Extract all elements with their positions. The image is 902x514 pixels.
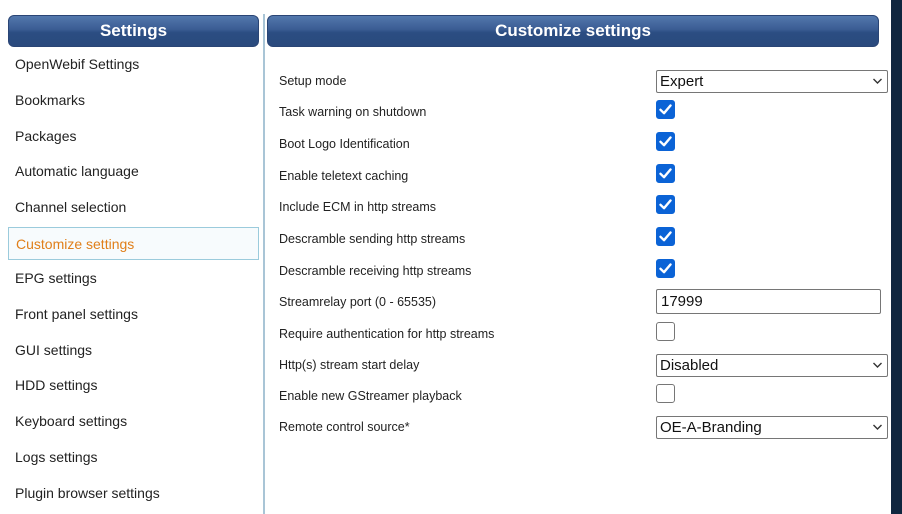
- setup-mode-select[interactable]: Expert: [656, 70, 888, 93]
- menu-item-logs-settings[interactable]: Logs settings: [8, 440, 259, 476]
- setting-row-include-ecm-in-http-streams: Include ECM in http streams: [279, 192, 889, 222]
- menu-item-plugin-browser-settings[interactable]: Plugin browser settings: [8, 476, 259, 512]
- settings-page: Settings Customize settings OpenWebif Se…: [0, 0, 902, 514]
- menu-item-hdd-settings[interactable]: HDD settings: [8, 368, 259, 404]
- menu-item-customize-settings[interactable]: Customize settings: [8, 226, 259, 260]
- setting-row-streamrelay-port-0-65535: Streamrelay port (0 - 65535): [279, 287, 889, 317]
- require-authentication-for-http-streams-checkbox[interactable]: [656, 322, 675, 341]
- window-edge: [891, 0, 902, 514]
- setting-row-descramble-sending-http-streams: Descramble sending http streams: [279, 224, 889, 254]
- setting-row-require-authentication-for-http-streams: Require authentication for http streams: [279, 319, 889, 349]
- http-s-stream-start-delay-dropdown[interactable]: Disabled: [656, 354, 888, 377]
- streamrelay-port-0-65535-input[interactable]: [656, 289, 881, 314]
- menu-item-automatic-language[interactable]: Automatic language: [8, 154, 259, 190]
- setting-label: Require authentication for http streams: [279, 327, 495, 341]
- setting-label: Streamrelay port (0 - 65535): [279, 295, 437, 309]
- settings-menu-header: Settings: [8, 15, 259, 47]
- task-warning-on-shutdown-checkbox[interactable]: [656, 100, 675, 119]
- setting-label: Boot Logo Identification: [279, 137, 410, 151]
- descramble-sending-http-streams-checkbox[interactable]: [656, 227, 675, 246]
- setting-label: Include ECM in http streams: [279, 200, 437, 214]
- descramble-receiving-http-streams-checkbox[interactable]: [656, 259, 675, 278]
- setup-mode-dropdown[interactable]: Expert: [656, 70, 888, 93]
- setting-label: Enable new GStreamer playback: [279, 389, 462, 403]
- menu-item-epg-settings[interactable]: EPG settings: [8, 261, 259, 297]
- setting-label: Http(s) stream start delay: [279, 358, 420, 372]
- menu-item-packages[interactable]: Packages: [8, 119, 259, 155]
- setting-row-enable-new-gstreamer-playback: Enable new GStreamer playback: [279, 381, 889, 411]
- setting-label: Enable teletext caching: [279, 169, 409, 183]
- setting-label: Setup mode: [279, 74, 347, 88]
- settings-menu: OpenWebif Settings Bookmarks Packages Autom…: [8, 47, 259, 512]
- enable-new-gstreamer-playback-checkbox[interactable]: [656, 384, 675, 403]
- http-s-stream-start-delay-select[interactable]: Disabled: [656, 354, 888, 377]
- setting-row-descramble-receiving-http-streams: Descramble receiving http streams: [279, 256, 889, 286]
- setting-row-enable-teletext-caching: Enable teletext caching: [279, 161, 889, 191]
- setting-row-remote-control-source: Remote control source* OE-A-Branding: [279, 412, 889, 442]
- page-title: Customize settings: [495, 21, 651, 40]
- include-ecm-in-http-streams-checkbox[interactable]: [656, 195, 675, 214]
- settings-menu-title: Settings: [99, 21, 168, 40]
- remote-control-source-dropdown[interactable]: OE-A-Branding: [656, 416, 888, 439]
- remote-control-source-select[interactable]: OE-A-Branding: [656, 416, 888, 439]
- boot-logo-identification-checkbox[interactable]: [656, 132, 675, 151]
- setting-label: Descramble receiving http streams: [279, 264, 472, 278]
- setting-label: Remote control source*: [279, 420, 410, 434]
- menu-item-bookmarks[interactable]: Bookmarks: [8, 83, 259, 119]
- setting-row-task-warning-on-shutdown: Task warning on shutdown: [279, 97, 889, 127]
- customize-settings-header: Customize settings: [267, 15, 879, 47]
- setting-row-http-s-stream-start-delay: Http(s) stream start delay Disabled: [279, 350, 889, 380]
- setting-label: Task warning on shutdown: [279, 105, 427, 119]
- setting-label: Descramble sending http streams: [279, 232, 466, 246]
- panel-divider: [263, 14, 265, 514]
- setting-row-boot-logo-identification: Boot Logo Identification: [279, 129, 889, 159]
- menu-item-gui-settings[interactable]: GUI settings: [8, 333, 259, 369]
- menu-item-keyboard-settings[interactable]: Keyboard settings: [8, 404, 259, 440]
- menu-item-front-panel-settings[interactable]: Front panel settings: [8, 297, 259, 333]
- enable-teletext-caching-checkbox[interactable]: [656, 164, 675, 183]
- setting-row-setup-mode: Setup mode Expert: [279, 66, 889, 96]
- menu-item-channel-selection[interactable]: Channel selection: [8, 190, 259, 226]
- menu-item-openwebif-settings[interactable]: OpenWebif Settings: [8, 47, 259, 83]
